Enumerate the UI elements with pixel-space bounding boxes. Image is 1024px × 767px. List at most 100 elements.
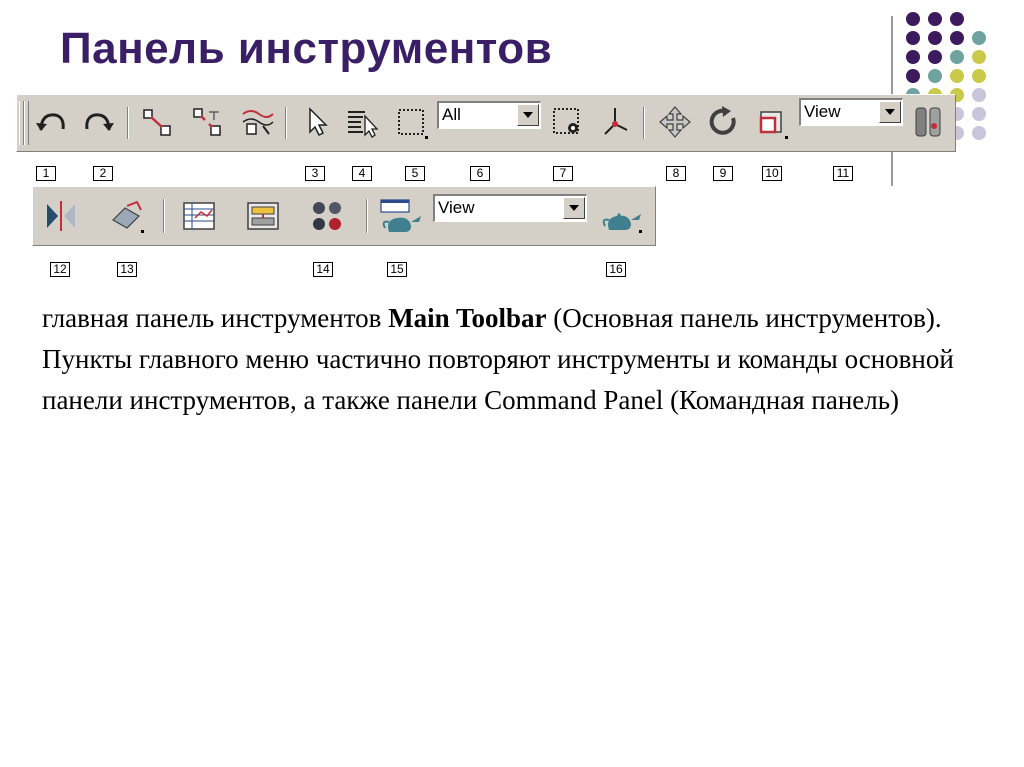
pivot-center-icon [915, 107, 941, 137]
flyout-indicator [425, 136, 428, 139]
space-warp-icon [242, 110, 274, 135]
slide-title: Панель инструментов [60, 24, 553, 73]
callout-label: 1 [36, 166, 56, 181]
selection-filter-dropdown[interactable]: All [437, 101, 541, 129]
select-and-manipulate-button[interactable] [597, 104, 633, 140]
decorative-dot [972, 69, 986, 83]
decorative-dot [906, 12, 920, 26]
window-crossing-button[interactable] [549, 104, 585, 140]
flyout-indicator [141, 230, 144, 233]
toolbar-separator [643, 107, 645, 139]
bind-to-space-warp-button[interactable] [239, 104, 275, 140]
quick-render-button[interactable] [597, 198, 643, 234]
select-object-button[interactable] [299, 104, 335, 140]
chevron-down-icon[interactable] [563, 197, 585, 219]
track-view-button[interactable] [181, 198, 217, 234]
callout-label: 16 [606, 262, 626, 277]
chevron-down-icon[interactable] [517, 104, 539, 126]
mirror-icon [47, 201, 75, 231]
select-by-name-button[interactable] [345, 104, 381, 140]
decorative-dot [950, 50, 964, 64]
window-crossing-icon [553, 108, 579, 134]
undo-button[interactable] [33, 104, 69, 140]
select-and-rotate-button[interactable] [705, 104, 741, 140]
toolbar-separator [127, 107, 129, 139]
use-pivot-point-center-button[interactable] [910, 104, 944, 140]
main-toolbar: All View [16, 94, 956, 152]
decorative-dot [906, 50, 920, 64]
render-type-dropdown[interactable]: View [433, 194, 587, 222]
scale-icon [759, 111, 782, 134]
toolbar-separator [285, 107, 287, 139]
selection-filter-value: All [442, 105, 461, 124]
caption-part1: главная панель инструментов [42, 303, 389, 333]
manipulate-icon [604, 108, 628, 135]
callout-label: 10 [762, 166, 782, 181]
reference-coordinate-system-dropdown[interactable]: View [799, 98, 903, 126]
material-editor-button[interactable] [309, 198, 345, 234]
track-view-icon [183, 202, 215, 230]
material-spheres-icon [313, 202, 341, 230]
undo-icon [36, 113, 65, 131]
align-icon [112, 200, 142, 229]
callout-label: 5 [405, 166, 425, 181]
callout-label: 9 [713, 166, 733, 181]
flyout-indicator [785, 136, 788, 139]
move-icon [659, 106, 691, 138]
align-button[interactable] [109, 198, 145, 234]
mirror-button[interactable] [43, 198, 79, 234]
toolbar-separator [163, 199, 165, 233]
arrow-cursor-icon [309, 107, 328, 137]
callout-label: 3 [305, 166, 325, 181]
render-scene-button[interactable] [379, 198, 425, 234]
decorative-dot [928, 12, 942, 26]
callout-label: 14 [313, 262, 333, 277]
flyout-indicator [639, 230, 642, 233]
decorative-dot [950, 31, 964, 45]
caption-bold: Main Toolbar [388, 303, 547, 333]
callout-label: 4 [352, 166, 372, 181]
decorative-dot [972, 107, 986, 121]
select-and-link-button[interactable] [139, 104, 175, 140]
callout-label: 12 [50, 262, 70, 277]
select-and-move-button[interactable] [657, 104, 693, 140]
unlink-selection-button[interactable] [189, 104, 225, 140]
decorative-dot [950, 12, 964, 26]
callout-label: 7 [553, 166, 573, 181]
unlink-icon [193, 108, 221, 136]
chevron-down-icon[interactable] [879, 101, 901, 123]
decorative-dot [972, 31, 986, 45]
teapot-icon [602, 213, 641, 230]
description-text: главная панель инструментов Main Toolbar… [42, 298, 972, 421]
select-by-name-icon [348, 111, 379, 138]
rotate-icon [709, 106, 736, 135]
toolbar-separator [366, 199, 368, 233]
redo-button[interactable] [81, 104, 117, 140]
decorative-dot [906, 69, 920, 83]
decorative-dot [972, 50, 986, 64]
select-and-scale-button[interactable] [753, 104, 789, 140]
coord-system-value: View [804, 102, 841, 121]
callout-label: 2 [93, 166, 113, 181]
decorative-dot [928, 31, 942, 45]
decorative-dot [906, 31, 920, 45]
decorative-dot [950, 69, 964, 83]
redo-icon [85, 113, 114, 131]
teapot-icon [380, 199, 421, 232]
callout-label: 13 [117, 262, 137, 277]
link-icon [143, 109, 171, 136]
schematic-view-icon [247, 202, 279, 230]
schematic-view-button[interactable] [245, 198, 281, 234]
decorative-dot [972, 126, 986, 140]
selection-region-icon [398, 109, 424, 135]
secondary-toolbar: View [32, 186, 656, 246]
decorative-dot [928, 50, 942, 64]
callout-label: 8 [666, 166, 686, 181]
decorative-dot [928, 69, 942, 83]
callout-label: 15 [387, 262, 407, 277]
callout-label: 11 [833, 166, 853, 181]
rectangular-selection-region-button[interactable] [393, 104, 429, 140]
render-view-value: View [438, 198, 475, 217]
toolbar-grip[interactable] [24, 101, 29, 145]
callout-label: 6 [470, 166, 490, 181]
